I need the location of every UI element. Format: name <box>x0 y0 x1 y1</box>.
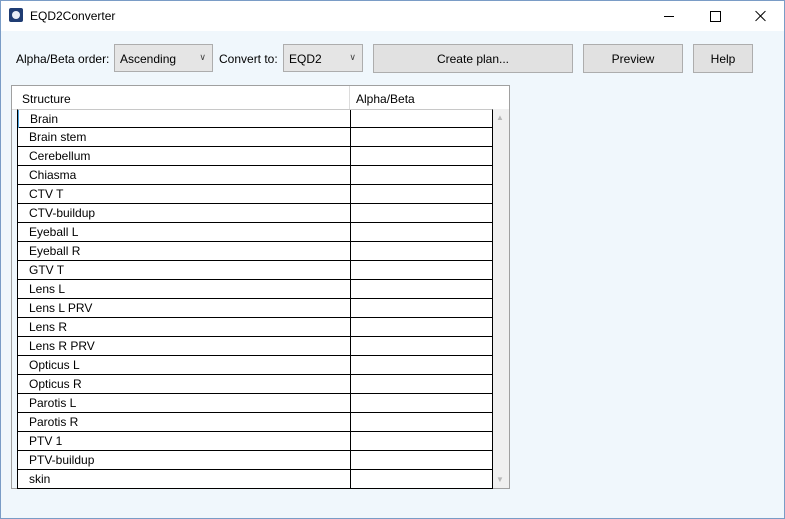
alpha-beta-cell[interactable] <box>351 432 492 450</box>
column-header-alpha-beta[interactable]: Alpha/Beta <box>350 86 492 109</box>
alpha-beta-cell[interactable] <box>351 356 492 374</box>
alpha-beta-cell[interactable] <box>351 280 492 298</box>
table-row[interactable]: PTV 1 <box>17 432 493 451</box>
table-row[interactable]: Parotis L <box>17 394 493 413</box>
structure-cell[interactable]: CTV T <box>18 185 351 203</box>
structure-cell[interactable]: Eyeball L <box>18 223 351 241</box>
minimize-button[interactable] <box>646 1 692 31</box>
alpha-beta-cell[interactable] <box>351 375 492 393</box>
alpha-beta-cell[interactable] <box>351 413 492 431</box>
minimize-icon <box>664 15 674 17</box>
structure-cell[interactable]: Lens L PRV <box>18 299 351 317</box>
table-row[interactable]: Eyeball L <box>17 223 493 242</box>
structure-cell[interactable]: Lens L <box>18 280 351 298</box>
maximize-icon <box>709 10 721 22</box>
help-button[interactable]: Help <box>693 44 753 73</box>
chevron-down-icon: ∨ <box>349 52 356 62</box>
alpha-beta-cell[interactable] <box>351 166 492 184</box>
app-icon <box>9 8 23 22</box>
alpha-beta-cell[interactable] <box>351 470 492 488</box>
create-plan-button[interactable]: Create plan... <box>373 44 573 73</box>
structure-cell[interactable]: PTV 1 <box>18 432 351 450</box>
alpha-beta-cell[interactable] <box>351 185 492 203</box>
alpha-beta-cell[interactable] <box>351 299 492 317</box>
convert-to-select[interactable]: EQD2 ∨ <box>283 44 363 72</box>
table-row[interactable]: GTV T <box>17 261 493 280</box>
alpha-beta-order-label: Alpha/Beta order: <box>16 52 110 66</box>
table-row[interactable]: Lens L <box>17 280 493 299</box>
table-row[interactable]: Parotis R <box>17 413 493 432</box>
alpha-beta-cell[interactable] <box>351 223 492 241</box>
table-row[interactable]: Brain stem <box>17 128 493 147</box>
alpha-beta-order-select[interactable]: Ascending ∨ <box>114 44 213 72</box>
table-row[interactable]: Cerebellum <box>17 147 493 166</box>
alpha-beta-cell[interactable] <box>351 110 492 128</box>
convert-to-value: EQD2 <box>289 52 322 66</box>
table-row[interactable]: Brain <box>17 109 493 128</box>
alpha-beta-cell[interactable] <box>351 242 492 260</box>
structure-cell[interactable]: Cerebellum <box>18 147 351 165</box>
chevron-down-icon: ∨ <box>199 52 206 62</box>
alpha-beta-cell[interactable] <box>351 451 492 469</box>
structure-grid: Structure Alpha/Beta Brain Brain stem Cere… <box>11 85 510 489</box>
structure-cell[interactable]: Lens R <box>18 318 351 336</box>
structure-cell[interactable]: skin <box>18 470 351 488</box>
structure-cell[interactable]: Brain stem <box>18 128 351 146</box>
table-row[interactable]: Eyeball R <box>17 242 493 261</box>
alpha-beta-cell[interactable] <box>351 128 492 146</box>
table-row[interactable]: Lens R <box>17 318 493 337</box>
maximize-button[interactable] <box>692 1 738 31</box>
structure-cell[interactable]: Opticus R <box>18 375 351 393</box>
grid-rows: Brain Brain stem Cerebellum Chiasma CTV T CTV… <box>17 109 493 489</box>
table-row[interactable]: PTV-buildup <box>17 451 493 470</box>
table-row[interactable]: Opticus R <box>17 375 493 394</box>
alpha-beta-cell[interactable] <box>351 394 492 412</box>
alpha-beta-order-value: Ascending <box>120 52 177 66</box>
structure-cell[interactable]: Parotis L <box>18 394 351 412</box>
convert-to-label: Convert to: <box>219 52 278 66</box>
structure-cell[interactable]: Parotis R <box>18 413 351 431</box>
close-button[interactable] <box>738 1 784 31</box>
table-row[interactable]: Lens L PRV <box>17 299 493 318</box>
app-window: EQD2Converter Alpha/Beta order: Ascendin… <box>0 0 785 519</box>
structure-cell[interactable]: Brain <box>18 110 351 128</box>
preview-button[interactable]: Preview <box>583 44 683 73</box>
alpha-beta-cell[interactable] <box>351 318 492 336</box>
structure-cell[interactable]: PTV-buildup <box>18 451 351 469</box>
structure-cell[interactable]: Lens R PRV <box>18 337 351 355</box>
table-row[interactable]: skin <box>17 470 493 489</box>
grid-header: Structure Alpha/Beta <box>12 86 509 110</box>
column-header-structure[interactable]: Structure <box>12 86 350 109</box>
table-row[interactable]: CTV-buildup <box>17 204 493 223</box>
structure-cell[interactable]: Eyeball R <box>18 242 351 260</box>
structure-cell[interactable]: CTV-buildup <box>18 204 351 222</box>
table-row[interactable]: CTV T <box>17 185 493 204</box>
table-row[interactable]: Chiasma <box>17 166 493 185</box>
alpha-beta-cell[interactable] <box>351 204 492 222</box>
table-row[interactable]: Opticus L <box>17 356 493 375</box>
scroll-down-icon[interactable]: ▼ <box>496 475 504 484</box>
window-title: EQD2Converter <box>30 9 116 23</box>
structure-cell[interactable]: GTV T <box>18 261 351 279</box>
alpha-beta-cell[interactable] <box>351 337 492 355</box>
vertical-scrollbar[interactable]: ▲ ▼ <box>493 109 509 488</box>
alpha-beta-cell[interactable] <box>351 147 492 165</box>
structure-cell[interactable]: Chiasma <box>18 166 351 184</box>
close-icon <box>755 10 767 22</box>
scroll-up-icon[interactable]: ▲ <box>496 113 504 122</box>
title-bar[interactable]: EQD2Converter <box>1 1 784 31</box>
structure-cell[interactable]: Opticus L <box>18 356 351 374</box>
table-row[interactable]: Lens R PRV <box>17 337 493 356</box>
alpha-beta-cell[interactable] <box>351 261 492 279</box>
